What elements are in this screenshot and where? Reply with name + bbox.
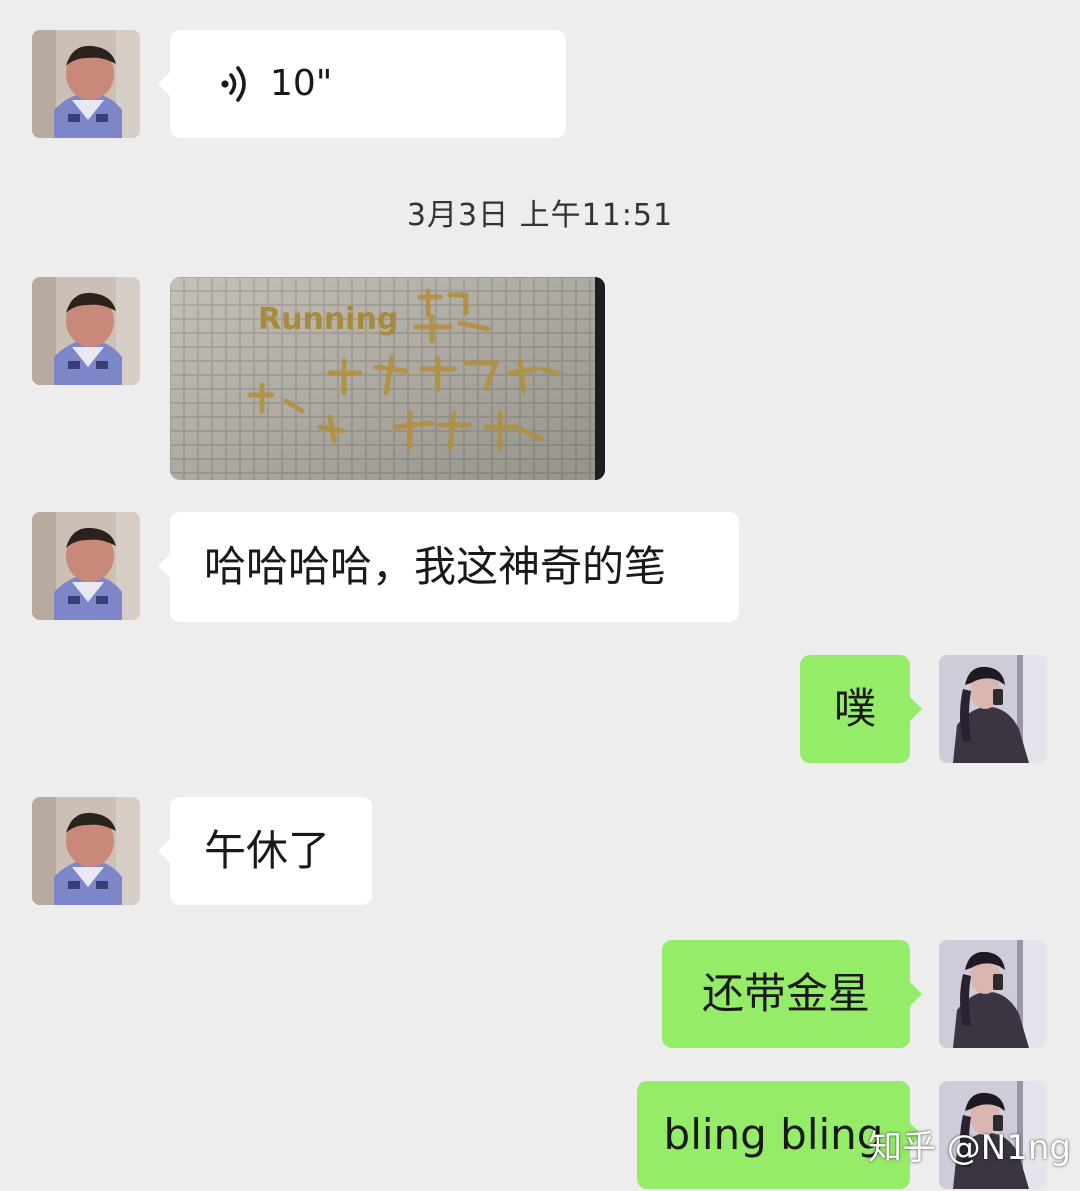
chat-timestamp: 3月3日 上午11:51 [406, 198, 674, 233]
voice-message-bubble[interactable]: 10" [158, 30, 566, 138]
message-bubble-incoming[interactable]: 午休了 [158, 797, 372, 905]
contact-avatar[interactable] [32, 797, 140, 905]
contact-avatar[interactable] [32, 30, 140, 138]
contact-avatar-image [32, 277, 140, 385]
contact-avatar[interactable] [32, 512, 140, 620]
self-avatar-image [939, 655, 1047, 763]
self-avatar[interactable] [939, 655, 1047, 763]
image-message-picture: Running [170, 277, 605, 480]
message-text: 还带金星 [701, 969, 870, 1018]
self-avatar[interactable] [939, 940, 1047, 1048]
message-text: 哈哈哈哈，我这神奇的笔 [204, 542, 667, 591]
message-text: bling bling [663, 1110, 884, 1159]
contact-avatar-image [32, 797, 140, 905]
voice-duration: 10" [270, 63, 333, 104]
image-running-text: Running [258, 302, 398, 337]
message-text: 噗 [833, 684, 876, 733]
message-text: 午休了 [204, 826, 331, 875]
zhihu-watermark: 知乎 @N1ng [868, 1128, 1072, 1168]
contact-avatar-image [32, 512, 140, 620]
message-bubble-incoming[interactable]: 哈哈哈哈，我这神奇的笔 [158, 512, 739, 622]
message-bubble-outgoing[interactable]: 噗 [800, 655, 922, 763]
message-bubble-outgoing[interactable]: 还带金星 [662, 940, 922, 1048]
contact-avatar-image [32, 30, 140, 138]
contact-avatar[interactable] [32, 277, 140, 385]
self-avatar-image [939, 940, 1047, 1048]
image-message[interactable]: Running [170, 277, 605, 480]
voice-wave-icon [221, 66, 246, 102]
